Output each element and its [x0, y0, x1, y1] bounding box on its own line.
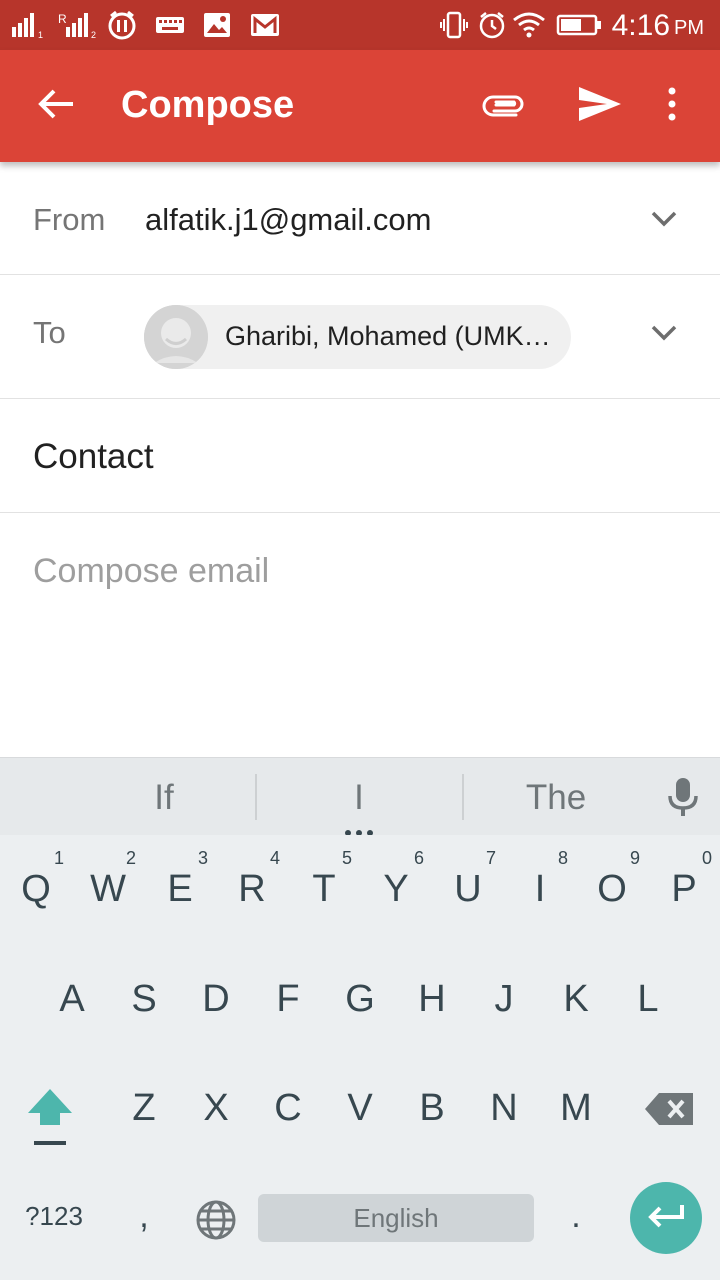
suggestion-2[interactable]: I: [309, 778, 409, 818]
signal-sim2-icon: R2: [58, 10, 98, 40]
compose-body-field[interactable]: Compose email: [33, 552, 269, 591]
suggestion-3[interactable]: The: [506, 778, 606, 818]
app-bar: Compose: [0, 50, 720, 162]
key-h[interactable]: H: [402, 978, 462, 1021]
suggestion-1[interactable]: If: [114, 778, 214, 818]
key-period[interactable]: .: [546, 1197, 606, 1236]
pause-icon: [106, 10, 138, 40]
key-hint-0: 0: [701, 848, 712, 868]
enter-icon: [646, 1203, 686, 1234]
key-e[interactable]: E: [150, 868, 210, 911]
suggestion-divider: [255, 774, 257, 820]
from-label: From: [33, 202, 106, 237]
key-hint-7: 7: [485, 848, 496, 868]
send-button[interactable]: [570, 76, 630, 136]
more-vert-icon: [667, 87, 677, 126]
shift-icon[interactable]: [24, 1085, 76, 1154]
from-account[interactable]: alfatik.j1@gmail.com: [145, 202, 431, 238]
microphone-icon[interactable]: [666, 776, 700, 823]
key-j[interactable]: J: [474, 978, 534, 1021]
key-hint-8: 8: [557, 848, 568, 868]
key-hint-6: 6: [413, 848, 424, 868]
status-bar: 1 R2 4:16 PM: [0, 0, 720, 50]
attach-icon: [482, 91, 526, 122]
key-i[interactable]: I: [510, 868, 570, 911]
key-hint-9: 9: [629, 848, 640, 868]
wifi-icon: [512, 10, 546, 40]
svg-text:2: 2: [91, 30, 96, 39]
clock-time: 4:16: [611, 9, 670, 42]
key-z[interactable]: Z: [114, 1087, 174, 1130]
backspace-icon[interactable]: [643, 1091, 695, 1132]
keyboard-icon: [154, 10, 186, 40]
key-c[interactable]: C: [258, 1087, 318, 1130]
key-d[interactable]: D: [186, 978, 246, 1021]
key-q[interactable]: Q: [6, 868, 66, 911]
key-b[interactable]: B: [402, 1087, 462, 1130]
keyboard: Q 1 W 2 E 3 R 4 T 5 Y 6 U 7 I 8 O 9 P 0 …: [0, 835, 720, 1280]
key-hint-1: 1: [53, 848, 64, 868]
svg-text:1: 1: [38, 30, 43, 39]
key-m[interactable]: M: [546, 1087, 606, 1130]
suggestion-strip: If I The: [0, 757, 720, 836]
gmail-icon: [249, 10, 281, 40]
key-hint-3: 3: [197, 848, 208, 868]
key-u[interactable]: U: [438, 868, 498, 911]
subject-field[interactable]: Contact: [33, 437, 154, 477]
recipient-chip[interactable]: Gharibi, Mohamed (UMK…: [144, 305, 571, 369]
alarm-icon: [477, 10, 507, 40]
enter-button[interactable]: [630, 1182, 702, 1254]
from-row[interactable]: From alfatik.j1@gmail.com: [0, 162, 720, 275]
battery-icon: [556, 10, 602, 40]
key-v[interactable]: V: [330, 1087, 390, 1130]
key-t[interactable]: T: [294, 868, 354, 911]
back-button[interactable]: [26, 76, 86, 136]
send-icon: [577, 85, 623, 128]
key-x[interactable]: X: [186, 1087, 246, 1130]
key-y[interactable]: Y: [366, 868, 426, 911]
key-a[interactable]: A: [42, 978, 102, 1021]
globe-icon[interactable]: [195, 1199, 237, 1246]
key-k[interactable]: K: [546, 978, 606, 1021]
clock-ampm: PM: [674, 17, 704, 39]
avatar-icon: [144, 305, 208, 369]
key-f[interactable]: F: [258, 978, 318, 1021]
key-comma[interactable]: ,: [114, 1197, 174, 1236]
svg-text:R: R: [58, 12, 67, 26]
key-o[interactable]: O: [582, 868, 642, 911]
page-title: Compose: [121, 84, 295, 126]
signal-sim1-icon: 1: [10, 10, 44, 40]
key-r[interactable]: R: [222, 868, 282, 911]
image-icon: [202, 10, 232, 40]
key-g[interactable]: G: [330, 978, 390, 1021]
recipient-name: Gharibi, Mohamed (UMK…: [225, 321, 551, 351]
suggestion-divider: [462, 774, 464, 820]
key-hint-5: 5: [341, 848, 352, 868]
more-options-button[interactable]: [642, 76, 702, 136]
key-l[interactable]: L: [618, 978, 678, 1021]
key-s[interactable]: S: [114, 978, 174, 1021]
to-row[interactable]: To Gharibi, Mohamed (UMK…: [0, 275, 720, 399]
subject-row[interactable]: Contact: [0, 399, 720, 513]
key-hint-4: 4: [269, 848, 280, 868]
spacebar[interactable]: English: [258, 1194, 534, 1242]
vibrate-icon: [440, 10, 468, 40]
key-hint-2: 2: [125, 848, 136, 868]
key-n[interactable]: N: [474, 1087, 534, 1130]
chevron-down-icon[interactable]: [644, 313, 684, 353]
symbols-key[interactable]: ?123: [14, 1201, 94, 1232]
back-arrow-icon: [37, 87, 75, 126]
attach-button[interactable]: [474, 76, 534, 136]
key-p[interactable]: P: [654, 868, 714, 911]
to-label: To: [33, 315, 66, 350]
key-w[interactable]: W: [78, 868, 138, 911]
chevron-down-icon[interactable]: [644, 199, 684, 239]
